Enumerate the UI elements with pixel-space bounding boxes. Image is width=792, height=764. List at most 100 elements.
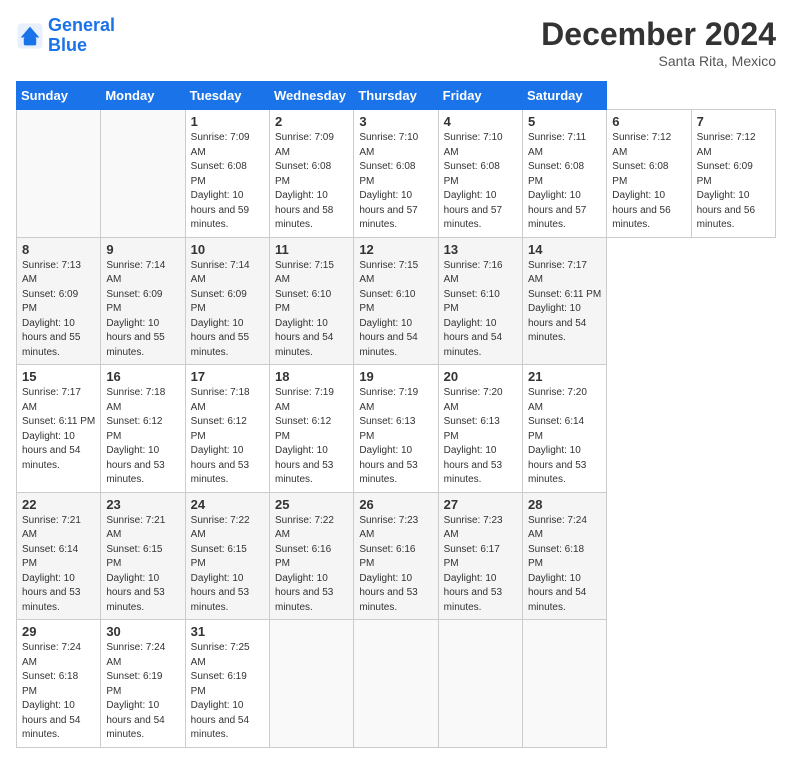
day-number: 16 xyxy=(106,369,179,384)
day-info: Sunrise: 7:12 AMSunset: 6:08 PMDaylight:… xyxy=(612,131,685,233)
calendar-cell xyxy=(522,620,606,748)
day-number: 22 xyxy=(22,497,95,512)
day-number: 31 xyxy=(191,624,264,639)
logo: General Blue xyxy=(16,16,115,56)
day-info: Sunrise: 7:18 AMSunset: 6:12 PMDaylight:… xyxy=(191,386,264,488)
calendar-cell: 2 Sunrise: 7:09 AMSunset: 6:08 PMDaylight… xyxy=(269,110,353,238)
day-info: Sunrise: 7:23 AMSunset: 6:17 PMDaylight:… xyxy=(444,514,517,616)
day-number: 14 xyxy=(528,242,601,257)
calendar-cell: 12Sunrise: 7:15 AMSunset: 6:10 PMDayligh… xyxy=(354,237,438,365)
calendar-cell: 19 Sunrise: 7:19 AMSunset: 6:13 PMDayligh… xyxy=(354,365,438,493)
calendar-cell: 21Sunrise: 7:20 AMSunset: 6:14 PMDayligh… xyxy=(522,365,606,493)
day-number: 20 xyxy=(444,369,517,384)
calendar-cell xyxy=(269,620,353,748)
day-number: 5 xyxy=(528,114,601,129)
day-info: Sunrise: 7:09 AMSunset: 6:08 PMDaylight:… xyxy=(275,131,348,233)
calendar-cell: 13Sunrise: 7:16 AMSunset: 6:10 PMDayligh… xyxy=(438,237,522,365)
calendar-week-row: 8Sunrise: 7:13 AMSunset: 6:09 PMDaylight… xyxy=(17,237,776,365)
calendar-cell: 31 Sunrise: 7:25 AMSunset: 6:19 PMDayligh… xyxy=(185,620,269,748)
calendar-cell xyxy=(101,110,185,238)
day-info: Sunrise: 7:17 AMSunset: 6:11 PMDaylight:… xyxy=(528,259,601,346)
day-info: Sunrise: 7:14 AMSunset: 6:09 PMDaylight:… xyxy=(191,259,264,361)
day-info: Sunrise: 7:18 AMSunset: 6:12 PMDaylight:… xyxy=(106,386,179,488)
calendar-cell: 4 Sunrise: 7:10 AMSunset: 6:08 PMDaylight… xyxy=(438,110,522,238)
calendar-cell: 16 Sunrise: 7:18 AMSunset: 6:12 PMDayligh… xyxy=(101,365,185,493)
calendar-cell: 1Sunrise: 7:09 AMSunset: 6:08 PMDaylight… xyxy=(185,110,269,238)
calendar-cell: 17 Sunrise: 7:18 AMSunset: 6:12 PMDayligh… xyxy=(185,365,269,493)
day-info: Sunrise: 7:10 AMSunset: 6:08 PMDaylight:… xyxy=(359,131,432,233)
day-info: Sunrise: 7:15 AMSunset: 6:10 PMDaylight:… xyxy=(275,259,348,361)
day-info: Sunrise: 7:25 AMSunset: 6:19 PMDaylight:… xyxy=(191,641,264,743)
day-info: Sunrise: 7:21 AMSunset: 6:14 PMDaylight:… xyxy=(22,514,95,616)
weekday-header: Sunday xyxy=(17,82,101,110)
day-info: Sunrise: 7:13 AMSunset: 6:09 PMDaylight:… xyxy=(22,259,95,361)
location-subtitle: Santa Rita, Mexico xyxy=(541,53,776,69)
weekday-header: Friday xyxy=(438,82,522,110)
logo-text: General Blue xyxy=(48,16,115,56)
calendar-cell: 22 Sunrise: 7:21 AMSunset: 6:14 PMDayligh… xyxy=(17,492,101,620)
day-number: 27 xyxy=(444,497,517,512)
calendar-cell: 23 Sunrise: 7:21 AMSunset: 6:15 PMDayligh… xyxy=(101,492,185,620)
day-number: 26 xyxy=(359,497,432,512)
calendar-cell: 29 Sunrise: 7:24 AMSunset: 6:18 PMDayligh… xyxy=(17,620,101,748)
calendar-cell: 8Sunrise: 7:13 AMSunset: 6:09 PMDaylight… xyxy=(17,237,101,365)
calendar-cell: 6 Sunrise: 7:12 AMSunset: 6:08 PMDaylight… xyxy=(607,110,691,238)
day-info: Sunrise: 7:19 AMSunset: 6:13 PMDaylight:… xyxy=(359,386,432,488)
calendar-cell xyxy=(17,110,101,238)
day-number: 23 xyxy=(106,497,179,512)
day-number: 29 xyxy=(22,624,95,639)
day-number: 18 xyxy=(275,369,348,384)
calendar-cell: 14 Sunrise: 7:17 AMSunset: 6:11 PMDayligh… xyxy=(522,237,606,365)
calendar-cell: 9Sunrise: 7:14 AMSunset: 6:09 PMDaylight… xyxy=(101,237,185,365)
day-info: Sunrise: 7:10 AMSunset: 6:08 PMDaylight:… xyxy=(444,131,517,233)
day-number: 21 xyxy=(528,369,601,384)
day-number: 6 xyxy=(612,114,685,129)
day-info: Sunrise: 7:09 AMSunset: 6:08 PMDaylight:… xyxy=(191,131,264,233)
day-info: Sunrise: 7:21 AMSunset: 6:15 PMDaylight:… xyxy=(106,514,179,616)
calendar-cell: 30 Sunrise: 7:24 AMSunset: 6:19 PMDayligh… xyxy=(101,620,185,748)
day-info: Sunrise: 7:12 AMSunset: 6:09 PMDaylight:… xyxy=(697,131,770,233)
logo-icon xyxy=(16,22,44,50)
day-info: Sunrise: 7:24 AMSunset: 6:18 PMDaylight:… xyxy=(528,514,601,616)
calendar-cell: 27 Sunrise: 7:23 AMSunset: 6:17 PMDayligh… xyxy=(438,492,522,620)
day-number: 25 xyxy=(275,497,348,512)
day-info: Sunrise: 7:23 AMSunset: 6:16 PMDaylight:… xyxy=(359,514,432,616)
day-number: 19 xyxy=(359,369,432,384)
calendar-cell: 15Sunrise: 7:17 AMSunset: 6:11 PMDayligh… xyxy=(17,365,101,493)
day-info: Sunrise: 7:22 AMSunset: 6:15 PMDaylight:… xyxy=(191,514,264,616)
calendar-cell xyxy=(438,620,522,748)
calendar-cell: 25 Sunrise: 7:22 AMSunset: 6:16 PMDayligh… xyxy=(269,492,353,620)
day-info: Sunrise: 7:19 AMSunset: 6:12 PMDaylight:… xyxy=(275,386,348,488)
page-header: General Blue December 2024 Santa Rita, M… xyxy=(16,16,776,69)
calendar-table: SundayMondayTuesdayWednesdayThursdayFrid… xyxy=(16,81,776,748)
day-number: 28 xyxy=(528,497,601,512)
day-info: Sunrise: 7:16 AMSunset: 6:10 PMDaylight:… xyxy=(444,259,517,361)
day-info: Sunrise: 7:24 AMSunset: 6:19 PMDaylight:… xyxy=(106,641,179,743)
day-info: Sunrise: 7:15 AMSunset: 6:10 PMDaylight:… xyxy=(359,259,432,361)
calendar-week-row: 29 Sunrise: 7:24 AMSunset: 6:18 PMDayligh… xyxy=(17,620,776,748)
day-info: Sunrise: 7:24 AMSunset: 6:18 PMDaylight:… xyxy=(22,641,95,743)
day-number: 3 xyxy=(359,114,432,129)
day-number: 17 xyxy=(191,369,264,384)
calendar-cell: 26 Sunrise: 7:23 AMSunset: 6:16 PMDayligh… xyxy=(354,492,438,620)
weekday-header: Monday xyxy=(101,82,185,110)
calendar-week-row: 15Sunrise: 7:17 AMSunset: 6:11 PMDayligh… xyxy=(17,365,776,493)
title-block: December 2024 Santa Rita, Mexico xyxy=(541,16,776,69)
day-number: 2 xyxy=(275,114,348,129)
day-number: 10 xyxy=(191,242,264,257)
day-info: Sunrise: 7:11 AMSunset: 6:08 PMDaylight:… xyxy=(528,131,601,233)
day-info: Sunrise: 7:22 AMSunset: 6:16 PMDaylight:… xyxy=(275,514,348,616)
day-number: 30 xyxy=(106,624,179,639)
calendar-cell: 11 Sunrise: 7:15 AMSunset: 6:10 PMDayligh… xyxy=(269,237,353,365)
calendar-cell: 10 Sunrise: 7:14 AMSunset: 6:09 PMDayligh… xyxy=(185,237,269,365)
day-number: 15 xyxy=(22,369,95,384)
calendar-cell: 20Sunrise: 7:20 AMSunset: 6:13 PMDayligh… xyxy=(438,365,522,493)
day-number: 4 xyxy=(444,114,517,129)
day-info: Sunrise: 7:14 AMSunset: 6:09 PMDaylight:… xyxy=(106,259,179,361)
day-number: 11 xyxy=(275,242,348,257)
calendar-week-row: 1Sunrise: 7:09 AMSunset: 6:08 PMDaylight… xyxy=(17,110,776,238)
calendar-cell: 18 Sunrise: 7:19 AMSunset: 6:12 PMDayligh… xyxy=(269,365,353,493)
calendar-cell: 24Sunrise: 7:22 AMSunset: 6:15 PMDayligh… xyxy=(185,492,269,620)
calendar-cell: 5 Sunrise: 7:11 AMSunset: 6:08 PMDaylight… xyxy=(522,110,606,238)
calendar-cell: 7Sunrise: 7:12 AMSunset: 6:09 PMDaylight… xyxy=(691,110,775,238)
